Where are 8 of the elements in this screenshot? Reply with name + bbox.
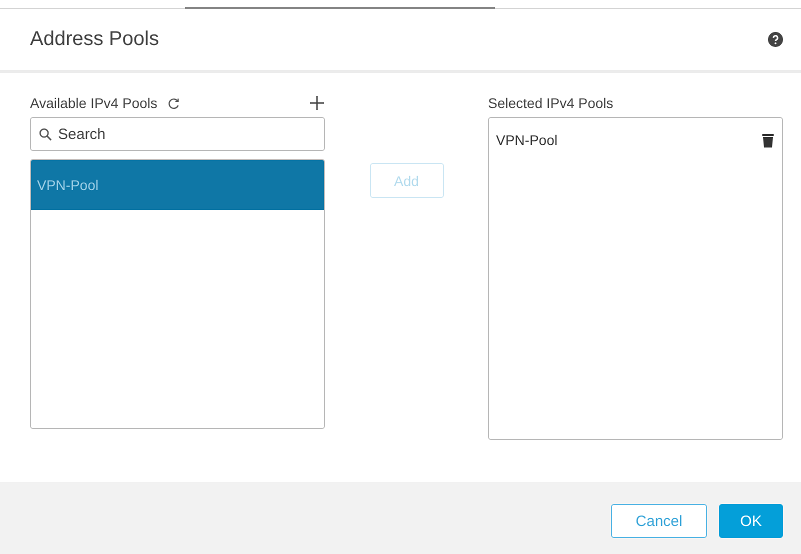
- ok-button[interactable]: OK: [719, 504, 783, 538]
- available-pools-label: Available IPv4 Pools: [30, 95, 158, 111]
- dialog-title: Address Pools: [30, 28, 159, 51]
- selected-pool-item: VPN-Pool: [496, 132, 558, 148]
- cancel-button[interactable]: Cancel: [611, 504, 707, 538]
- pool-item[interactable]: VPN-Pool: [31, 160, 324, 210]
- selected-pools-label: Selected IPv4 Pools: [488, 95, 614, 111]
- search-field[interactable]: Search: [30, 117, 325, 151]
